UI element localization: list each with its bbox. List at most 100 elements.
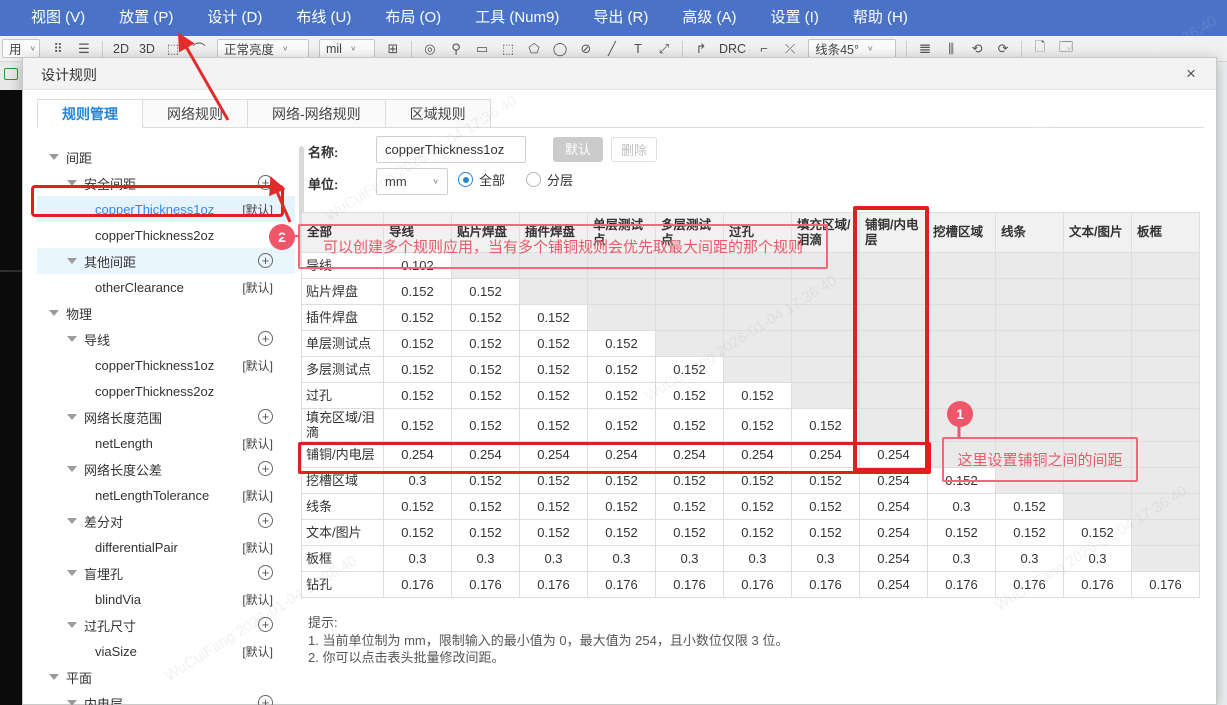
clearance-cell[interactable]: 0.152 bbox=[384, 279, 452, 305]
clearance-cell[interactable]: 0.152 bbox=[656, 494, 724, 520]
row-header[interactable]: 板框 bbox=[302, 546, 384, 572]
dashed-region-icon[interactable]: ⬚ bbox=[500, 41, 516, 57]
clearance-cell[interactable]: 0.152 bbox=[656, 383, 724, 409]
add-rule-icon[interactable]: + bbox=[258, 253, 273, 268]
clearance-cell[interactable]: 0.254 bbox=[792, 442, 860, 468]
clearance-cell[interactable]: 0.152 bbox=[452, 520, 520, 546]
select-area-icon[interactable]: ⬚ bbox=[165, 41, 181, 57]
distribute-icon[interactable]: ⫼ bbox=[943, 41, 959, 57]
col-header-5[interactable]: 多层测试点 bbox=[656, 213, 724, 253]
tree-group-过孔尺寸[interactable]: 过孔尺寸+ bbox=[37, 612, 295, 638]
clearance-cell[interactable]: 0.176 bbox=[588, 572, 656, 598]
add-rule-icon[interactable]: + bbox=[258, 565, 273, 580]
tree-group-盲埋孔[interactable]: 盲埋孔+ bbox=[37, 560, 295, 586]
clearance-cell[interactable]: 0.152 bbox=[452, 357, 520, 383]
rotate-left-icon[interactable]: ⟲ bbox=[969, 41, 985, 57]
clearance-cell[interactable]: 0.152 bbox=[724, 520, 792, 546]
add-rule-icon[interactable]: + bbox=[258, 695, 273, 705]
menu-item-7[interactable]: 高级 (A) bbox=[665, 0, 753, 36]
dimension-icon[interactable]: ⤢ bbox=[656, 41, 672, 57]
clearance-cell[interactable]: 0.152 bbox=[656, 357, 724, 383]
clearance-cell[interactable]: 0.152 bbox=[384, 305, 452, 331]
clearance-cell[interactable]: 0.3 bbox=[384, 546, 452, 572]
unit-grid-select[interactable]: mil ∨ bbox=[319, 39, 375, 58]
rule-name-input[interactable] bbox=[376, 136, 526, 163]
clearance-cell[interactable]: 0.3 bbox=[1064, 546, 1132, 572]
tree-group-导线[interactable]: 导线+ bbox=[37, 326, 295, 352]
preset-select[interactable]: 用 ∨ bbox=[2, 39, 40, 58]
tree-group-安全间距[interactable]: 安全间距+ bbox=[37, 170, 295, 196]
add-rule-icon[interactable]: + bbox=[258, 175, 273, 190]
clearance-cell[interactable]: 0.176 bbox=[656, 572, 724, 598]
menu-item-8[interactable]: 设置 (I) bbox=[754, 0, 836, 36]
clearance-cell[interactable]: 0.152 bbox=[520, 383, 588, 409]
clearance-cell[interactable]: 0.102 bbox=[384, 253, 452, 279]
circle-icon[interactable]: ◯ bbox=[552, 41, 568, 57]
add-rule-icon[interactable]: + bbox=[258, 409, 273, 424]
radio-all[interactable]: 全部 bbox=[458, 170, 505, 189]
clearance-cell[interactable]: 0.152 bbox=[520, 520, 588, 546]
clearance-cell[interactable]: 0.3 bbox=[792, 546, 860, 572]
tab-1[interactable]: 网络规则 bbox=[142, 99, 248, 128]
clearance-cell[interactable]: 0.152 bbox=[656, 468, 724, 494]
clearance-cell[interactable]: 0.152 bbox=[996, 494, 1064, 520]
clearance-cell[interactable]: 0.152 bbox=[384, 331, 452, 357]
clearance-cell[interactable]: 0.176 bbox=[384, 572, 452, 598]
clearance-cell[interactable]: 0.176 bbox=[1064, 572, 1132, 598]
grid-settings-icon[interactable]: ⊞ bbox=[385, 41, 401, 57]
menu-item-5[interactable]: 工具 (Num9) bbox=[458, 0, 576, 36]
tree-group-网络长度公差[interactable]: 网络长度公差+ bbox=[37, 456, 295, 482]
step-icon[interactable]: ⌐ bbox=[756, 41, 772, 56]
clearance-cell[interactable]: 0.152 bbox=[588, 494, 656, 520]
clearance-cell[interactable]: 0.176 bbox=[452, 572, 520, 598]
clearance-cell[interactable]: 0.152 bbox=[792, 494, 860, 520]
default-button[interactable]: 默认 bbox=[553, 137, 603, 162]
row-header[interactable]: 线条 bbox=[302, 494, 384, 520]
clearance-cell[interactable]: 0.152 bbox=[384, 494, 452, 520]
clearance-cell[interactable]: 0.152 bbox=[724, 494, 792, 520]
col-header-6[interactable]: 过孔 bbox=[724, 213, 792, 253]
clearance-cell[interactable]: 0.152 bbox=[520, 331, 588, 357]
row-header[interactable]: 导线 bbox=[302, 253, 384, 279]
tree-item-otherClearance[interactable]: otherClearance[默认] bbox=[37, 274, 295, 300]
clearance-cell[interactable]: 0.3 bbox=[996, 546, 1064, 572]
close-icon[interactable]: × bbox=[1180, 63, 1202, 85]
add-rule-icon[interactable]: + bbox=[258, 461, 273, 476]
clearance-cell[interactable]: 0.152 bbox=[928, 468, 996, 494]
col-header-3[interactable]: 插件焊盘 bbox=[520, 213, 588, 253]
tree-group-差分对[interactable]: 差分对+ bbox=[37, 508, 295, 534]
add-rule-icon[interactable]: + bbox=[258, 617, 273, 632]
cross-probe-icon[interactable]: ⤫ bbox=[782, 41, 798, 57]
clearance-cell[interactable]: 0.152 bbox=[452, 468, 520, 494]
clearance-cell[interactable]: 0.152 bbox=[384, 357, 452, 383]
tree-group-内电层[interactable]: 内电层+ bbox=[37, 690, 295, 705]
jump-icon[interactable]: ↱ bbox=[693, 41, 709, 57]
clearance-cell[interactable]: 0.152 bbox=[588, 383, 656, 409]
col-header-10[interactable]: 线条 bbox=[996, 213, 1064, 253]
list-panel-icon[interactable]: ☰ bbox=[76, 41, 92, 57]
menu-item-4[interactable]: 布局 (O) bbox=[368, 0, 458, 36]
row-header[interactable]: 单层测试点 bbox=[302, 331, 384, 357]
clearance-cell[interactable]: 0.254 bbox=[588, 442, 656, 468]
row-header[interactable]: 钻孔 bbox=[302, 572, 384, 598]
tree-item-copperThickness2oz[interactable]: copperThickness2oz bbox=[37, 378, 295, 404]
tree-group-物理[interactable]: 物理 bbox=[37, 300, 295, 326]
clearance-cell[interactable]: 0.3 bbox=[452, 546, 520, 572]
row-header[interactable]: 挖槽区域 bbox=[302, 468, 384, 494]
row-header[interactable]: 插件焊盘 bbox=[302, 305, 384, 331]
clearance-cell[interactable]: 0.152 bbox=[724, 409, 792, 442]
tab-0[interactable]: 规则管理 bbox=[37, 99, 143, 128]
add-rule-icon[interactable]: + bbox=[258, 331, 273, 346]
unit-select[interactable]: mm ∨ bbox=[376, 168, 448, 195]
drc-button[interactable]: DRC bbox=[719, 42, 746, 56]
col-header-7[interactable]: 填充区域/泪滴 bbox=[792, 213, 860, 253]
clearance-cell[interactable]: 0.152 bbox=[520, 409, 588, 442]
slash-icon[interactable]: ⊘ bbox=[578, 41, 594, 57]
tree-item-copperThickness2oz[interactable]: copperThickness2oz bbox=[37, 222, 295, 248]
col-header-11[interactable]: 文本/图片 bbox=[1064, 213, 1132, 253]
brightness-select[interactable]: 正常亮度 ∨ bbox=[217, 39, 309, 58]
rotate-right-icon[interactable]: ⟳ bbox=[995, 41, 1011, 57]
clearance-cell[interactable]: 0.152 bbox=[656, 520, 724, 546]
bridge-icon[interactable]: ⌒ bbox=[191, 39, 207, 58]
col-header-0[interactable]: 全部 bbox=[302, 213, 384, 253]
